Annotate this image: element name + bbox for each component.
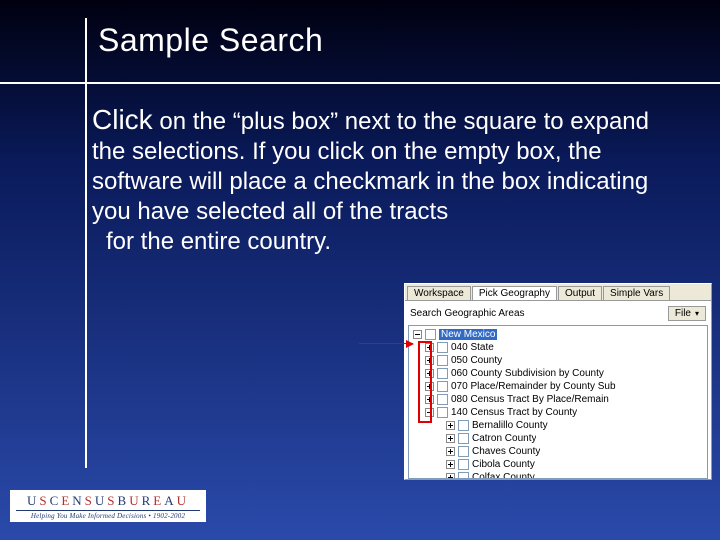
- expand-icon[interactable]: [425, 356, 434, 365]
- logo-main: USCENSUSBUREAU: [16, 493, 200, 509]
- checkbox[interactable]: [458, 459, 469, 470]
- file-button[interactable]: File ▾: [668, 306, 706, 321]
- expand-icon[interactable]: [446, 460, 455, 469]
- tree-item-label: 050 County: [451, 355, 502, 366]
- expand-icon[interactable]: [446, 434, 455, 443]
- arrow-icon: [359, 343, 413, 344]
- expand-icon[interactable]: [425, 382, 434, 391]
- expand-icon[interactable]: [425, 395, 434, 404]
- tree-level1-row[interactable]: 060 County Subdivision by County: [411, 367, 707, 380]
- tab-simple-vars[interactable]: Simple Vars: [603, 286, 670, 300]
- expand-icon[interactable]: [446, 447, 455, 456]
- body-lead: Click: [92, 104, 153, 135]
- tab-output[interactable]: Output: [558, 286, 602, 300]
- expand-icon[interactable]: [425, 369, 434, 378]
- tree-item-label: 040 State: [451, 342, 494, 353]
- expand-icon[interactable]: [425, 343, 434, 352]
- tree-level1-row[interactable]: 070 Place/Remainder by County Sub: [411, 380, 707, 393]
- vertical-rule: [85, 18, 87, 468]
- checkbox[interactable]: [437, 394, 448, 405]
- tree-view[interactable]: New Mexico 040 State 050 County 060 County…: [408, 325, 708, 479]
- tree-item-label: Cibola County: [472, 459, 535, 470]
- logo-subtitle: Helping You Make Informed Decisions • 19…: [16, 510, 200, 520]
- collapse-icon[interactable]: [425, 408, 434, 417]
- tree-item-label: Catron County: [472, 433, 536, 444]
- checkbox[interactable]: [458, 472, 469, 479]
- tab-bar: Workspace Pick Geography Output Simple V…: [405, 284, 711, 300]
- tree-item-label: 080 Census Tract By Place/Remain: [451, 394, 609, 405]
- tree-root-row[interactable]: New Mexico: [411, 328, 707, 341]
- panel-label: Search Geographic Areas: [410, 308, 525, 319]
- census-logo: USCENSUSBUREAU Helping You Make Informed…: [10, 490, 206, 522]
- tree-item-label: 060 County Subdivision by County: [451, 368, 604, 379]
- file-button-label: File: [675, 308, 691, 319]
- tree-level2-row[interactable]: Catron County: [411, 432, 707, 445]
- checkbox[interactable]: [437, 342, 448, 353]
- tree-level2-row[interactable]: Bernalillo County: [411, 419, 707, 432]
- screenshot-panel: Workspace Pick Geography Output Simple V…: [404, 283, 712, 480]
- caret-down-icon: ▾: [695, 309, 699, 318]
- tree-level1-row[interactable]: 080 Census Tract By Place/Remain: [411, 393, 707, 406]
- tree-level1-row[interactable]: 050 County: [411, 354, 707, 367]
- checkbox[interactable]: [437, 368, 448, 379]
- checkbox[interactable]: [458, 433, 469, 444]
- tree-level2-row[interactable]: Cibola County: [411, 458, 707, 471]
- horizontal-rule: [0, 82, 720, 84]
- checkbox[interactable]: [437, 407, 448, 418]
- tree-level1-row[interactable]: 040 State: [411, 341, 707, 354]
- expand-icon[interactable]: [446, 473, 455, 479]
- tree-item-label: Chaves County: [472, 446, 540, 457]
- tree-level2-row[interactable]: Colfax County: [411, 471, 707, 479]
- checkbox[interactable]: [458, 446, 469, 457]
- tab-pick-geography[interactable]: Pick Geography: [472, 286, 557, 300]
- tree-level1-row[interactable]: 140 Census Tract by County: [411, 406, 707, 419]
- checkbox[interactable]: [437, 381, 448, 392]
- checkbox[interactable]: [425, 329, 436, 340]
- body-rest: on the “plus box” next to the square to …: [92, 108, 649, 225]
- checkbox[interactable]: [437, 355, 448, 366]
- tree-item-label: 140 Census Tract by County: [451, 407, 577, 418]
- checkbox[interactable]: [458, 420, 469, 431]
- slide: Sample Search Click on the “plus box” ne…: [0, 0, 720, 540]
- tab-workspace[interactable]: Workspace: [407, 286, 471, 300]
- body-line2: for the entire country.: [106, 227, 652, 257]
- panel: Search Geographic Areas File ▾ New Mexic…: [405, 300, 711, 479]
- tree-item-label: Bernalillo County: [472, 420, 548, 431]
- tree-item-label: Colfax County: [472, 472, 535, 479]
- tree-item-label: 070 Place/Remainder by County Sub: [451, 381, 616, 392]
- body-text: Click on the “plus box” next to the squa…: [92, 102, 652, 257]
- tree-root-label: New Mexico: [439, 329, 497, 340]
- collapse-icon[interactable]: [413, 330, 422, 339]
- page-title: Sample Search: [98, 22, 323, 59]
- expand-icon[interactable]: [446, 421, 455, 430]
- tree-level2-row[interactable]: Chaves County: [411, 445, 707, 458]
